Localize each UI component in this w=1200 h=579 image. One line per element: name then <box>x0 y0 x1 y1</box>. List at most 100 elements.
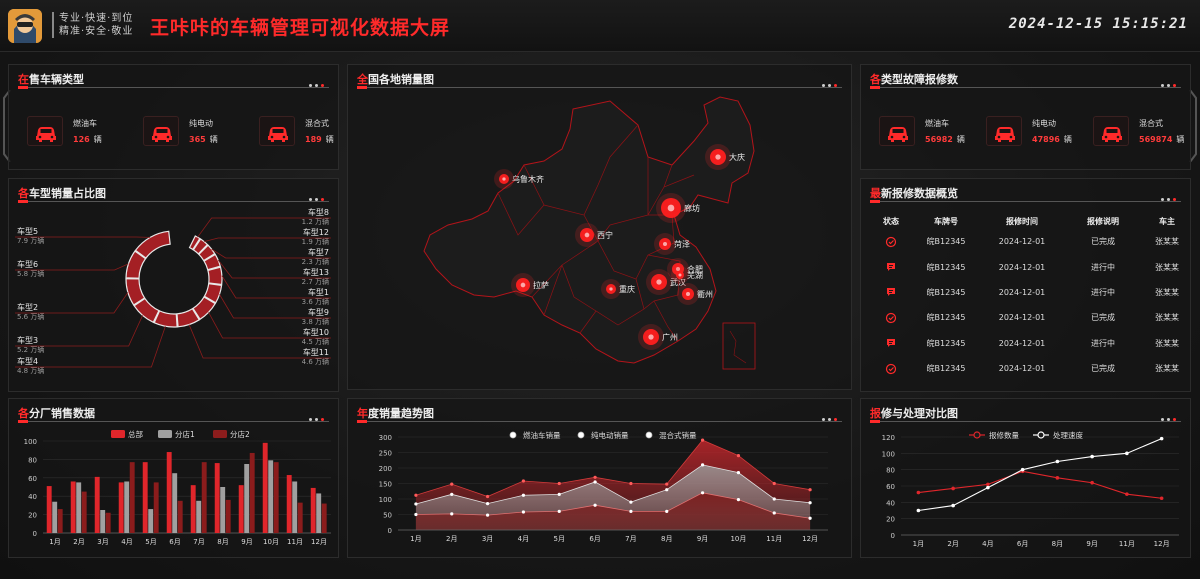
legend-item[interactable]: 燃油车销量 <box>509 430 561 440</box>
data-point[interactable] <box>951 486 955 491</box>
data-point[interactable] <box>951 503 955 508</box>
legend-item[interactable]: 处理速度 <box>1033 430 1083 440</box>
data-point[interactable] <box>414 512 418 517</box>
data-point[interactable] <box>808 501 812 505</box>
bar[interactable] <box>105 512 111 533</box>
bar[interactable] <box>316 493 322 533</box>
legend-item[interactable]: 报修数量 <box>969 430 1019 440</box>
bar[interactable] <box>81 491 87 533</box>
data-point[interactable] <box>665 482 669 486</box>
data-point[interactable] <box>772 481 776 486</box>
data-point[interactable] <box>414 493 418 497</box>
data-point[interactable] <box>629 481 633 486</box>
data-point[interactable] <box>521 479 526 483</box>
data-point[interactable] <box>700 463 705 467</box>
data-point[interactable] <box>1090 454 1094 459</box>
bar[interactable] <box>124 481 130 533</box>
data-point[interactable] <box>521 510 526 514</box>
bar[interactable] <box>273 462 279 533</box>
bar[interactable] <box>153 482 159 533</box>
data-point[interactable] <box>986 485 990 490</box>
data-point[interactable] <box>1090 480 1094 485</box>
bar[interactable] <box>76 482 82 533</box>
data-point[interactable] <box>916 490 921 495</box>
data-point[interactable] <box>450 492 454 496</box>
data-point[interactable] <box>450 482 454 486</box>
bar[interactable] <box>310 487 316 533</box>
bar[interactable] <box>244 464 250 533</box>
bar[interactable] <box>70 481 76 533</box>
bar[interactable] <box>214 463 220 533</box>
bar[interactable] <box>262 442 268 533</box>
bar[interactable] <box>52 501 58 533</box>
data-point[interactable] <box>557 492 561 496</box>
data-point[interactable] <box>772 511 776 515</box>
data-point[interactable] <box>1159 436 1164 441</box>
bar[interactable] <box>177 500 183 533</box>
bar[interactable] <box>249 452 255 533</box>
table-row[interactable]: 皖B12345 2024-12-01 进行中 张某某 <box>869 331 1193 356</box>
data-point[interactable] <box>1159 496 1164 501</box>
bar[interactable] <box>292 481 298 533</box>
bar[interactable] <box>142 462 148 533</box>
bar[interactable] <box>172 473 178 533</box>
data-point[interactable] <box>1055 459 1060 464</box>
bar[interactable] <box>57 509 63 533</box>
data-point[interactable] <box>485 513 490 517</box>
data-point[interactable] <box>665 488 669 492</box>
data-point[interactable] <box>557 481 561 486</box>
data-point[interactable] <box>521 493 526 497</box>
data-point[interactable] <box>1125 451 1129 456</box>
donut-slice[interactable] <box>207 266 223 286</box>
data-point[interactable] <box>772 497 776 501</box>
data-point[interactable] <box>1020 467 1025 472</box>
legend-item[interactable]: 总部 <box>111 429 143 439</box>
data-point[interactable] <box>736 454 741 458</box>
table-row[interactable]: 皖B12345 2024-12-01 已完成 张某某 <box>869 356 1193 381</box>
data-point[interactable] <box>808 516 812 520</box>
data-point[interactable] <box>593 475 597 479</box>
bar[interactable] <box>225 499 231 533</box>
data-point[interactable] <box>916 508 921 513</box>
data-point[interactable] <box>629 509 633 513</box>
bar[interactable] <box>190 485 196 533</box>
table-row[interactable]: 皖B12345 2024-12-01 已完成 张某某 <box>869 229 1193 254</box>
bar[interactable] <box>196 500 202 533</box>
data-point[interactable] <box>485 502 490 506</box>
data-point[interactable] <box>736 498 741 502</box>
legend-item[interactable]: 分店1 <box>158 429 195 439</box>
bar[interactable] <box>46 486 52 533</box>
table-row[interactable]: 皖B12345 2024-12-01 已完成 张某某 <box>869 305 1193 330</box>
bar[interactable] <box>129 462 135 533</box>
bar[interactable] <box>166 452 172 533</box>
bar[interactable] <box>118 482 124 533</box>
data-point[interactable] <box>736 471 741 475</box>
bar[interactable] <box>286 475 292 533</box>
data-point[interactable] <box>593 503 597 507</box>
bar[interactable] <box>94 476 100 533</box>
bar[interactable] <box>297 502 303 533</box>
bar[interactable] <box>100 510 106 533</box>
data-point[interactable] <box>593 480 597 484</box>
data-point[interactable] <box>414 502 418 506</box>
table-row[interactable]: 皖B12345 2024-12-01 进行中 张某某 <box>869 280 1193 305</box>
bar[interactable] <box>268 460 274 533</box>
legend-item[interactable]: 纯电动销量 <box>577 430 629 440</box>
bar[interactable] <box>321 503 327 533</box>
legend-item[interactable]: 混合式销量 <box>645 430 697 440</box>
data-point[interactable] <box>1125 492 1129 496</box>
bar[interactable] <box>148 509 154 533</box>
data-point[interactable] <box>485 494 490 499</box>
data-point[interactable] <box>1055 476 1060 480</box>
bar[interactable] <box>238 485 244 533</box>
donut-slice[interactable] <box>134 230 171 259</box>
data-point[interactable] <box>557 509 561 513</box>
table-row[interactable]: 皖B12345 2024-12-01 进行中 张某某 <box>869 254 1193 279</box>
data-point[interactable] <box>808 488 812 492</box>
bar[interactable] <box>201 462 207 533</box>
data-point[interactable] <box>665 509 669 513</box>
data-point[interactable] <box>700 491 705 495</box>
data-point[interactable] <box>629 500 633 504</box>
bar[interactable] <box>220 487 226 533</box>
data-point[interactable] <box>986 482 990 487</box>
